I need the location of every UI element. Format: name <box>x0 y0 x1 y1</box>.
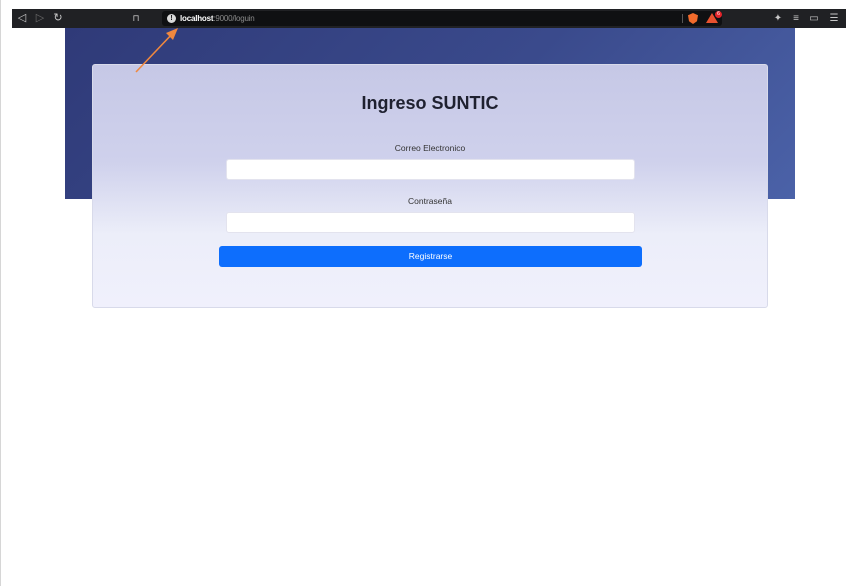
annotation-arrow <box>135 28 178 73</box>
window-border <box>0 0 1 586</box>
toolbar-divider <box>682 14 683 23</box>
email-label: Correo Electronico <box>394 143 466 153</box>
rewards-badge: 6 <box>715 11 722 18</box>
wallet-icon[interactable]: ▭ <box>808 9 820 28</box>
register-button[interactable]: Registrarse <box>219 246 642 267</box>
extensions-icon[interactable]: ✦ <box>772 9 784 28</box>
password-label: Contraseña <box>408 196 452 206</box>
url-host: localhost <box>180 14 214 23</box>
email-field[interactable] <box>226 159 635 180</box>
back-icon[interactable]: ◁ <box>16 9 28 28</box>
menu-icon[interactable]: ☰ <box>828 9 840 28</box>
page-title: Ingreso SUNTIC <box>361 93 499 113</box>
reload-icon[interactable]: ↻ <box>52 9 64 28</box>
url-text: localhost:9000/loguin <box>180 11 255 26</box>
url-path: :9000/loguin <box>213 14 255 23</box>
playlist-icon[interactable]: ≡ <box>790 9 802 28</box>
login-card: Ingreso SUNTIC Correo Electronico Contra… <box>92 64 768 308</box>
forward-icon[interactable]: ▷ <box>34 9 46 28</box>
address-bar[interactable]: ! localhost:9000/loguin <box>162 11 722 26</box>
site-info-icon[interactable]: ! <box>167 14 176 23</box>
password-field[interactable] <box>226 212 635 233</box>
